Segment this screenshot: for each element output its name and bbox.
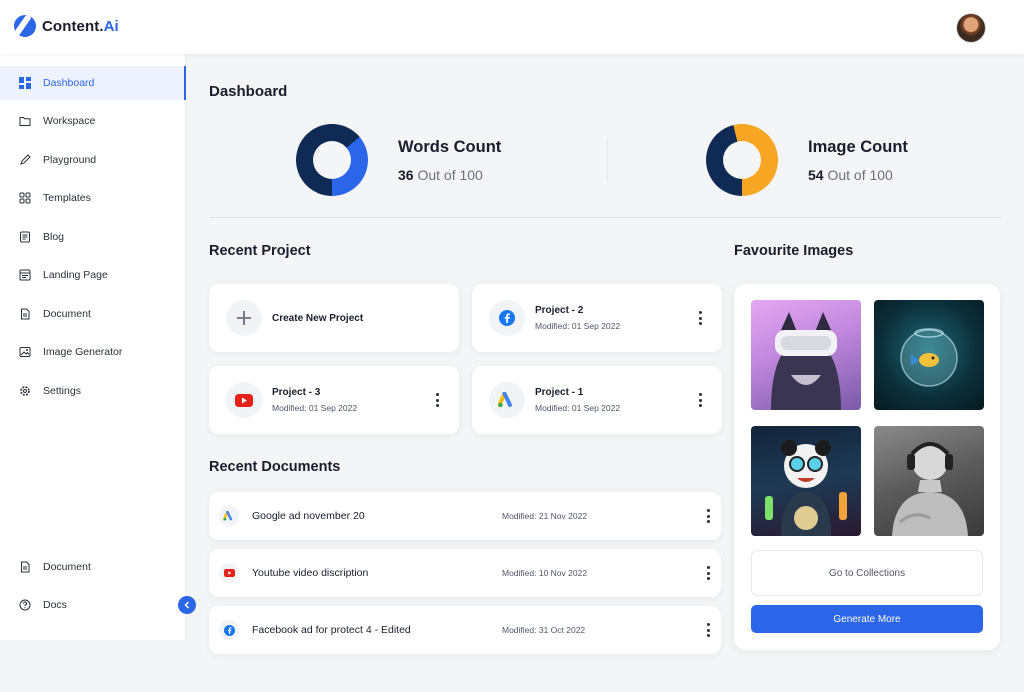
youtube-icon (226, 382, 262, 418)
more-options-icon[interactable] (706, 566, 710, 580)
image-count-value: 54 (808, 166, 824, 183)
chevron-left-icon (184, 601, 190, 609)
more-options-icon[interactable] (706, 623, 710, 637)
top-bar: Content.Ai (0, 0, 1024, 54)
pencil-icon (19, 154, 31, 166)
create-project-card[interactable]: Create New Project (209, 284, 459, 352)
images-donut-chart (706, 124, 778, 196)
document-name: Youtube video discription (252, 567, 369, 579)
templates-icon (19, 192, 31, 204)
document-modified: Modified: 21 Nov 2022 (502, 511, 588, 521)
image-count-suffix: Out of 100 (827, 166, 893, 183)
page-title: Dashboard (209, 83, 288, 100)
sidebar-item-label: Settings (43, 385, 81, 397)
plus-icon (226, 300, 262, 336)
more-options-icon[interactable] (706, 509, 710, 523)
facebook-icon (219, 620, 239, 640)
create-project-label: Create New Project (272, 312, 364, 324)
sidebar-item-dashboard[interactable]: Dashboard (0, 66, 186, 100)
document-row[interactable]: Google ad november 20 Modified: 21 Nov 2… (209, 492, 721, 540)
sidebar-item-image-generator[interactable]: Image Generator (0, 335, 186, 369)
project-modified: Modified: 01 Sep 2022 (535, 321, 621, 331)
sidebar-item-blog[interactable]: Blog (0, 220, 186, 254)
user-avatar[interactable] (956, 13, 986, 43)
more-options-icon[interactable] (698, 311, 702, 325)
sidebar-item-label: Image Generator (43, 346, 123, 358)
words-donut-chart (296, 124, 368, 196)
google-ads-icon (219, 506, 239, 526)
words-count-title: Words Count (398, 137, 502, 156)
blog-icon (19, 231, 31, 243)
collapse-sidebar-button[interactable] (178, 596, 196, 614)
sidebar-item-label: Playground (43, 154, 97, 166)
more-options-icon[interactable] (435, 393, 439, 407)
project-modified: Modified: 01 Sep 2022 (272, 403, 358, 413)
sidebar: Dashboard Workspace Playground Templates… (0, 54, 186, 640)
more-options-icon[interactable] (698, 393, 702, 407)
sidebar-item-docs[interactable]: Docs (0, 588, 186, 622)
sidebar-item-label: Document (43, 308, 91, 320)
project-card[interactable]: Project - 3 Modified: 01 Sep 2022 (209, 366, 459, 434)
project-name: Project - 1 (535, 387, 584, 398)
recent-project-title: Recent Project (209, 243, 311, 259)
document-name: Facebook ad for protect 4 - Edited (252, 624, 411, 636)
grid-icon (19, 77, 31, 89)
go-to-collections-button[interactable]: Go to Collections (751, 550, 983, 596)
google-ads-icon (489, 382, 525, 418)
sidebar-item-playground[interactable]: Playground (0, 143, 186, 177)
sidebar-item-label: Landing Page (43, 269, 108, 281)
document-row[interactable]: Facebook ad for protect 4 - Edited Modif… (209, 606, 721, 654)
gear-icon (19, 385, 31, 397)
sidebar-item-workspace[interactable]: Workspace (0, 104, 186, 138)
document-modified: Modified: 10 Nov 2022 (502, 568, 588, 578)
project-name: Project - 2 (535, 305, 584, 316)
favourite-image-panda-scientist[interactable] (751, 426, 861, 536)
image-icon (19, 346, 31, 358)
sidebar-item-label: Blog (43, 231, 65, 243)
sidebar-item-document[interactable]: Document (0, 297, 186, 331)
landing-page-icon (19, 269, 31, 281)
help-icon (19, 599, 31, 611)
stat-divider (607, 138, 608, 182)
sidebar-item-label: Templates (43, 192, 91, 204)
sidebar-item-label: Dashboard (43, 77, 95, 89)
logo-icon (14, 15, 36, 37)
document-name: Google ad november 20 (252, 510, 365, 522)
words-count-stat: Words Count 36 Out of 100 (296, 124, 501, 196)
favourite-image-fishbowl[interactable] (874, 300, 984, 410)
words-count-suffix: Out of 100 (417, 166, 483, 183)
image-count-title: Image Count (808, 137, 908, 156)
project-modified: Modified: 01 Sep 2022 (535, 403, 621, 413)
favourite-image-vr-cat[interactable] (751, 300, 861, 410)
project-name: Project - 3 (272, 387, 321, 398)
project-card[interactable]: Project - 1 Modified: 01 Sep 2022 (472, 366, 722, 434)
sidebar-item-label: Workspace (43, 115, 96, 127)
sidebar-item-landing-page[interactable]: Landing Page (0, 258, 186, 292)
logo-accent: Ai (103, 17, 119, 35)
sidebar-item-label: Document (43, 561, 91, 573)
youtube-icon (219, 563, 239, 583)
app-logo[interactable]: Content.Ai (14, 15, 119, 37)
main-content: Dashboard Words Count 36 Out of 100 Imag… (187, 54, 1024, 692)
facebook-icon (489, 300, 525, 336)
logo-text: Content. (42, 17, 104, 35)
sidebar-item-settings[interactable]: Settings (0, 374, 186, 408)
recent-documents-title: Recent Documents (209, 459, 341, 475)
favourite-images-card: Go to Collections Generate More (734, 284, 1000, 650)
favourite-images-title: Favourite Images (734, 243, 854, 259)
document-row[interactable]: Youtube video discription Modified: 10 N… (209, 549, 721, 597)
document-icon (19, 561, 31, 573)
section-divider (209, 217, 1001, 218)
sidebar-item-document-bottom[interactable]: Document (0, 550, 186, 584)
project-card[interactable]: Project - 2 Modified: 01 Sep 2022 (472, 284, 722, 352)
words-count-value: 36 (398, 166, 414, 183)
generate-more-button[interactable]: Generate More (751, 605, 983, 633)
document-icon (19, 308, 31, 320)
sidebar-item-templates[interactable]: Templates (0, 181, 186, 215)
sidebar-item-label: Docs (43, 599, 67, 611)
image-count-stat: Image Count 54 Out of 100 (706, 124, 908, 196)
folder-icon (19, 115, 31, 127)
document-modified: Modified: 31 Oct 2022 (502, 625, 586, 635)
favourite-image-statue-headphones[interactable] (874, 426, 984, 536)
